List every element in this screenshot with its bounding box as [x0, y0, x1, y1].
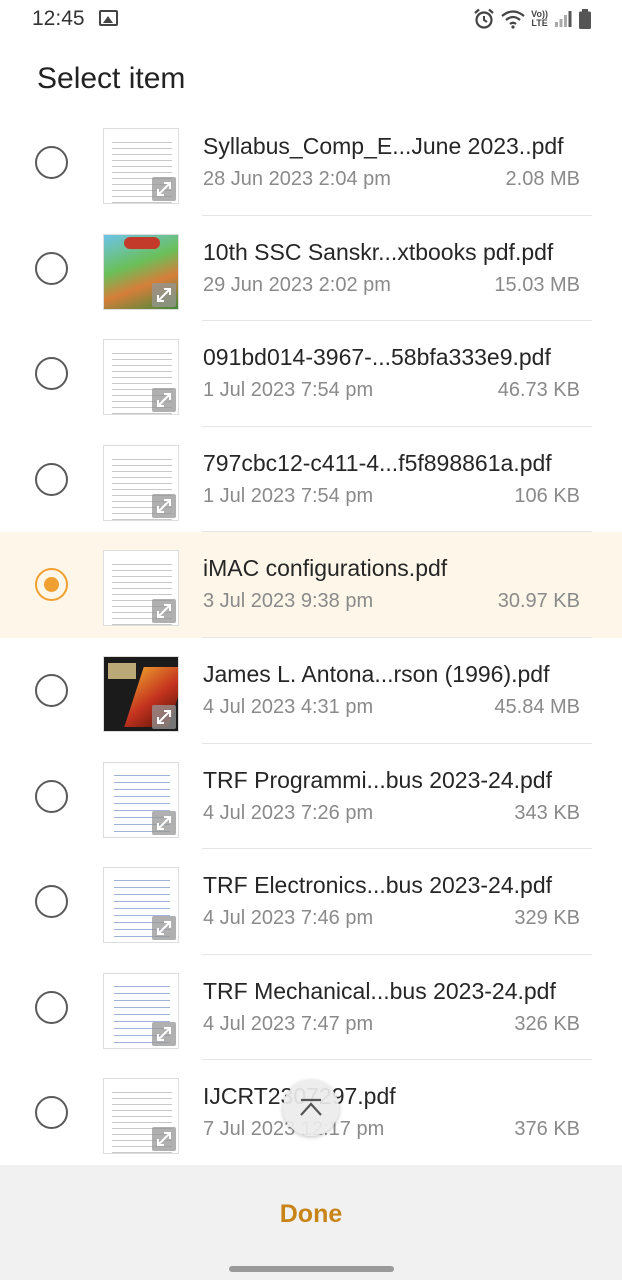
radio-unchecked[interactable]: [35, 779, 68, 813]
file-date: 4 Jul 2023 7:47 pm: [203, 1012, 374, 1035]
file-thumbnail[interactable]: [103, 972, 179, 1049]
file-date: 1 Jul 2023 7:54 pm: [203, 484, 374, 507]
file-list[interactable]: Syllabus_Comp_E...June 2023..pdf 28 Jun 2…: [0, 110, 622, 1165]
file-thumbnail[interactable]: [103, 867, 179, 944]
file-row[interactable]: 091bd014-3967-...58bfa333e9.pdf 1 Jul 202…: [0, 321, 622, 427]
scroll-to-top-button[interactable]: [283, 1080, 339, 1136]
file-date: 28 Jun 2023 2:04 pm: [203, 168, 391, 190]
radio-unchecked[interactable]: [35, 146, 68, 179]
expand-icon[interactable]: [152, 177, 176, 201]
page-title: Select item: [37, 62, 186, 95]
volte-icon: Vo)) LTE: [531, 10, 548, 28]
expand-icon[interactable]: [152, 493, 176, 518]
status-bar: 12:45 Vo)) LTE: [0, 0, 622, 38]
file-thumbnail[interactable]: [103, 339, 179, 416]
file-size: 15.03 MB: [494, 273, 580, 296]
file-thumbnail[interactable]: [103, 233, 179, 310]
radio-unchecked[interactable]: [35, 673, 68, 707]
done-button[interactable]: Done: [231, 1191, 391, 1237]
file-name: 797cbc12-c411-4...f5f898861a.pdf: [203, 449, 552, 476]
radio-unchecked[interactable]: [35, 885, 68, 919]
file-name: TRF Mechanical...bus 2023-24.pdf: [203, 977, 556, 1004]
volte-label-bottom: LTE: [531, 18, 548, 28]
file-size: 2.08 MB: [505, 168, 580, 190]
file-size: 343 KB: [514, 801, 580, 824]
file-thumbnail[interactable]: [103, 1078, 179, 1155]
file-date: 29 Jun 2023 2:02 pm: [203, 273, 391, 296]
file-row[interactable]: 797cbc12-c411-4...f5f898861a.pdf 1 Jul 20…: [0, 427, 622, 533]
alarm-icon: [474, 8, 494, 29]
file-name: IJCRT2307297.pdf: [203, 1083, 583, 1110]
expand-icon[interactable]: [152, 916, 176, 941]
status-time: 12:45: [32, 7, 85, 30]
file-thumbnail[interactable]: [103, 128, 179, 204]
file-size: 329 KB: [514, 907, 580, 930]
file-date: 3 Jul 2023 9:38 pm: [203, 590, 374, 613]
battery-icon: [579, 9, 591, 29]
expand-icon[interactable]: [152, 810, 176, 835]
file-name: James L. Antona...rson (1996).pdf: [203, 660, 550, 687]
expand-icon[interactable]: [152, 599, 176, 624]
signal-icon: [555, 11, 572, 27]
wifi-icon: [501, 10, 525, 29]
file-row[interactable]: Syllabus_Comp_E...June 2023..pdf 28 Jun 2…: [0, 110, 622, 216]
file-row[interactable]: James L. Antona...rson (1996).pdf 4 Jul 2…: [0, 638, 622, 744]
file-name: TRF Programmi...bus 2023-24.pdf: [203, 766, 552, 793]
file-date: 4 Jul 2023 7:46 pm: [203, 907, 374, 930]
file-thumbnail[interactable]: [103, 444, 179, 521]
expand-icon[interactable]: [152, 1127, 176, 1152]
expand-icon[interactable]: [152, 704, 176, 729]
file-size: 106 KB: [514, 484, 580, 507]
file-name: iMAC configurations.pdf: [203, 555, 448, 582]
expand-icon[interactable]: [152, 388, 176, 413]
file-row[interactable]: iMAC configurations.pdf 3 Jul 2023 9:38 p…: [0, 532, 622, 638]
bottom-bar: Done: [0, 1165, 622, 1280]
chevron-up-icon: [300, 1098, 322, 1116]
file-date: 4 Jul 2023 7:26 pm: [203, 801, 374, 824]
file-size: 376 KB: [514, 1118, 580, 1141]
file-name: 10th SSC Sanskr...xtbooks pdf.pdf: [203, 238, 554, 265]
file-date: 1 Jul 2023 7:54 pm: [203, 379, 374, 402]
expand-icon[interactable]: [152, 1021, 176, 1046]
file-date: 4 Jul 2023 4:31 pm: [203, 695, 374, 718]
file-size: 45.84 MB: [494, 695, 580, 718]
file-row[interactable]: TRF Electronics...bus 2023-24.pdf 4 Jul 2…: [0, 849, 622, 955]
radio-unchecked[interactable]: [35, 990, 68, 1024]
file-name: TRF Electronics...bus 2023-24.pdf: [203, 872, 552, 899]
file-size: 46.73 KB: [497, 379, 580, 402]
file-row[interactable]: TRF Mechanical...bus 2023-24.pdf 4 Jul 20…: [0, 955, 622, 1061]
file-thumbnail[interactable]: [103, 550, 179, 627]
status-icons: Vo)) LTE: [473, 6, 592, 32]
gallery-icon: [99, 10, 118, 26]
file-thumbnail[interactable]: [103, 761, 179, 838]
radio-unchecked[interactable]: [35, 357, 68, 391]
file-size: 326 KB: [514, 1012, 580, 1035]
file-row[interactable]: 10th SSC Sanskr...xtbooks pdf.pdf 29 Jun …: [0, 216, 622, 322]
radio-unchecked[interactable]: [35, 462, 68, 496]
file-size: 30.97 KB: [497, 590, 580, 613]
radio-checked[interactable]: [35, 568, 68, 602]
file-row[interactable]: TRF Programmi...bus 2023-24.pdf 4 Jul 202…: [0, 744, 622, 850]
expand-icon[interactable]: [152, 282, 176, 307]
file-thumbnail[interactable]: [103, 655, 179, 732]
file-name: 091bd014-3967-...58bfa333e9.pdf: [203, 344, 551, 371]
radio-unchecked[interactable]: [35, 1096, 68, 1130]
home-indicator[interactable]: [229, 1266, 394, 1272]
file-name: Syllabus_Comp_E...June 2023..pdf: [203, 133, 564, 159]
radio-unchecked[interactable]: [35, 251, 68, 285]
